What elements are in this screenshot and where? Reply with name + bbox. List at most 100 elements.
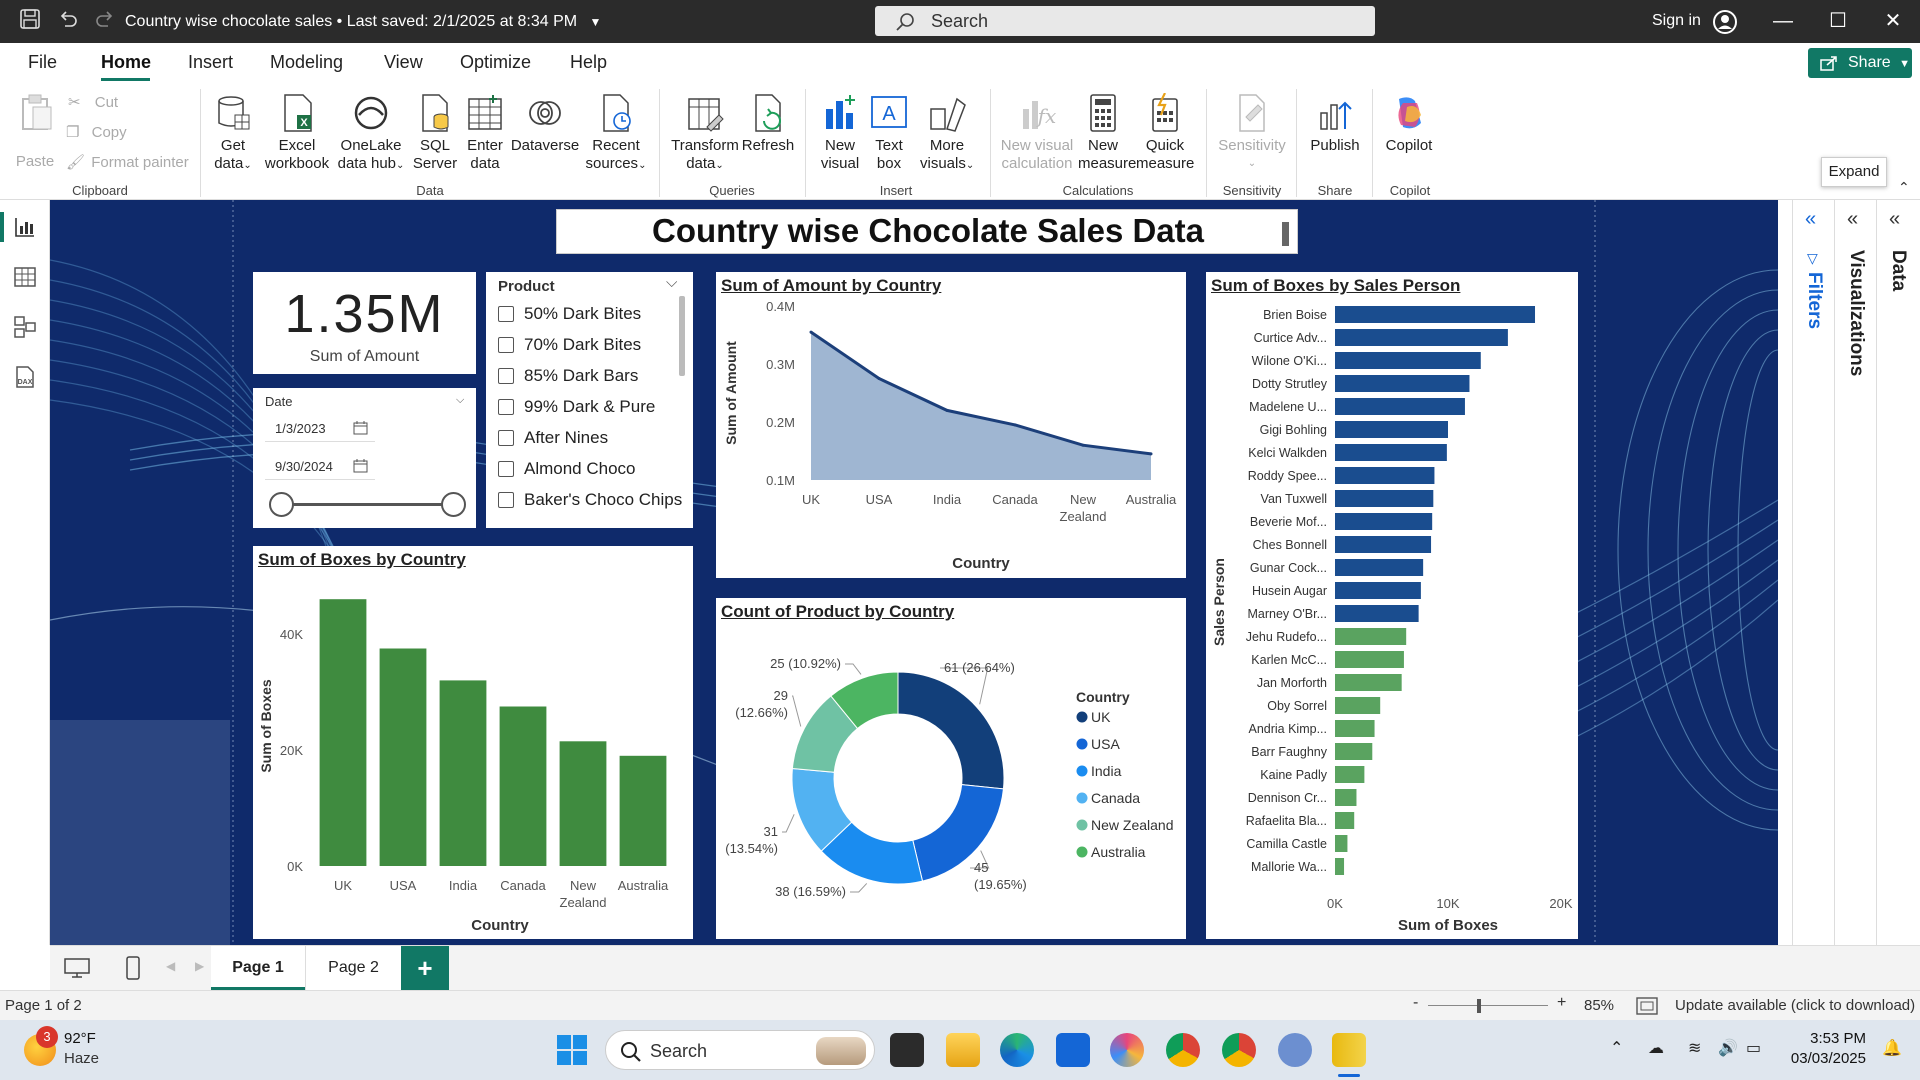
notification-bell-icon[interactable]: 🔔: [1882, 1038, 1902, 1058]
product-option[interactable]: After Nines: [486, 424, 676, 452]
transform-data-button[interactable]: Transform data⌄: [668, 93, 742, 175]
edge-icon[interactable]: [1000, 1033, 1034, 1067]
undo-icon[interactable]: [55, 8, 81, 34]
copy-button[interactable]: ❐ Copy: [66, 123, 127, 141]
document-title[interactable]: Country wise chocolate sales • Last save…: [125, 13, 601, 31]
calendar-icon[interactable]: [353, 421, 368, 435]
product-option[interactable]: Baker's Choco Chips: [486, 486, 682, 514]
product-option[interactable]: 85% Dark Bars: [486, 362, 676, 390]
publish-button[interactable]: Publish: [1304, 93, 1366, 155]
visualizations-pane[interactable]: « Visualizations: [1834, 200, 1876, 945]
area-chart-amount-by-country[interactable]: Sum of Amount by Country 0.1M 0.2M 0.3M 0.4…: [716, 272, 1186, 578]
checkbox[interactable]: [498, 461, 514, 477]
account-icon[interactable]: [1712, 9, 1738, 40]
refresh-button[interactable]: Refresh: [740, 93, 796, 155]
end-date-input[interactable]: 9/30/2024: [265, 452, 375, 480]
checkbox[interactable]: [498, 492, 514, 508]
kpi-card[interactable]: 1.35M Sum of Amount: [253, 272, 476, 374]
product-option[interactable]: 70% Dark Bites: [486, 331, 676, 359]
menu-insert[interactable]: Insert: [188, 52, 233, 73]
zoom-in-button[interactable]: +: [1557, 994, 1566, 1012]
tab-page-2[interactable]: Page 2: [305, 946, 401, 990]
chevron-down-icon[interactable]: ⌵: [666, 274, 677, 291]
start-date-input[interactable]: 1/3/2023: [265, 414, 375, 442]
clock-time[interactable]: 3:53 PM: [1782, 1030, 1866, 1047]
share-button[interactable]: Share ▼: [1808, 48, 1912, 78]
zoom-slider-thumb[interactable]: [1477, 999, 1481, 1013]
enter-data-button[interactable]: Enter data: [462, 93, 508, 173]
date-slicer[interactable]: Date ⌵ 1/3/2023 9/30/2024: [253, 388, 476, 528]
new-visual-calculation-button[interactable]: fx New visual calculation: [995, 93, 1079, 173]
chevron-up-icon[interactable]: ⌃: [1610, 1038, 1623, 1058]
filters-pane[interactable]: « ▽ Filters: [1792, 200, 1834, 945]
onedrive-icon[interactable]: ☁: [1648, 1038, 1664, 1058]
update-notice[interactable]: Update available (click to download): [1675, 997, 1915, 1014]
minimize-button[interactable]: —: [1768, 8, 1798, 34]
mobile-layout-icon[interactable]: [125, 956, 141, 980]
battery-icon[interactable]: ▭: [1746, 1038, 1761, 1058]
model-view-icon[interactable]: [12, 314, 38, 340]
menu-optimize[interactable]: Optimize: [460, 52, 531, 73]
menu-help[interactable]: Help: [570, 52, 607, 73]
report-view-icon[interactable]: [12, 214, 38, 240]
task-view-icon[interactable]: [890, 1033, 924, 1067]
range-end-handle[interactable]: [441, 492, 466, 517]
next-page-icon[interactable]: ▶: [195, 959, 204, 973]
menu-file[interactable]: File: [28, 52, 57, 73]
add-page-button[interactable]: +: [401, 946, 449, 990]
copilot-button[interactable]: Copilot: [1378, 93, 1440, 155]
menu-home[interactable]: Home: [101, 52, 151, 73]
scroll-handle[interactable]: [1282, 222, 1289, 246]
expand-visualizations-icon[interactable]: «: [1847, 208, 1858, 231]
onelake-button[interactable]: OneLake data hub⌄: [333, 93, 409, 175]
taskbar-search[interactable]: Search: [605, 1030, 875, 1070]
chrome-icon[interactable]: [1166, 1033, 1200, 1067]
checkbox[interactable]: [498, 399, 514, 415]
fit-to-page-icon[interactable]: [1636, 997, 1658, 1015]
column-chart-boxes-by-country[interactable]: Sum of Boxes by Country 0K 20K 40K UK USA Ind…: [253, 546, 693, 939]
range-start-handle[interactable]: [269, 492, 294, 517]
dataverse-button[interactable]: Dataverse: [510, 93, 580, 155]
menu-modeling[interactable]: Modeling: [270, 52, 343, 73]
bar-chart-boxes-by-salesperson[interactable]: Sum of Boxes by Sales Person Brien Boise…: [1206, 272, 1578, 939]
format-painter-button[interactable]: 🖌 Format painter: [66, 153, 189, 171]
windows-start-icon[interactable]: [556, 1034, 588, 1066]
search-input[interactable]: Search: [875, 6, 1375, 36]
redo-icon[interactable]: [92, 8, 118, 34]
donut-chart-product-by-country[interactable]: Count of Product by Country 61 (26.64%) 4…: [716, 598, 1186, 939]
product-slicer[interactable]: Product ⌵ 50% Dark Bites 70% Dark Bites 85…: [486, 272, 693, 528]
copilot-taskbar-icon[interactable]: [1110, 1033, 1144, 1067]
chrome-profile-icon[interactable]: [1222, 1033, 1256, 1067]
new-visual-button[interactable]: New visual: [816, 93, 864, 173]
r-app-icon[interactable]: [1278, 1033, 1312, 1067]
get-data-button[interactable]: Get data⌄: [208, 93, 258, 175]
more-visuals-button[interactable]: More visuals⌄: [920, 93, 974, 175]
chevron-down-icon[interactable]: ⌵: [456, 394, 464, 407]
desktop-layout-icon[interactable]: [64, 958, 90, 978]
product-option[interactable]: 50% Dark Bites: [486, 300, 676, 328]
sql-server-button[interactable]: SQL Server: [412, 93, 458, 173]
volume-icon[interactable]: 🔊: [1718, 1038, 1738, 1058]
wifi-icon[interactable]: ≋: [1688, 1038, 1701, 1058]
tab-page-1[interactable]: Page 1: [211, 946, 305, 990]
prev-page-icon[interactable]: ◀: [166, 959, 175, 973]
paste-button[interactable]: Paste: [12, 93, 58, 171]
save-icon[interactable]: [17, 8, 43, 34]
checkbox[interactable]: [498, 368, 514, 384]
quick-measure-button[interactable]: Quick measure: [1136, 92, 1194, 173]
checkbox[interactable]: [498, 306, 514, 322]
text-box-button[interactable]: A Text box: [866, 93, 912, 173]
chevron-down-icon[interactable]: ▼: [590, 15, 602, 29]
store-icon[interactable]: [1056, 1033, 1090, 1067]
calendar-icon[interactable]: [353, 459, 368, 473]
collapse-ribbon-icon[interactable]: ⌃: [1898, 179, 1910, 196]
expand-data-icon[interactable]: «: [1889, 208, 1900, 231]
table-view-icon[interactable]: [12, 264, 38, 290]
checkbox[interactable]: [498, 430, 514, 446]
sign-in-link[interactable]: Sign in: [1652, 12, 1701, 30]
recent-sources-button[interactable]: Recent sources⌄: [584, 93, 648, 175]
product-option[interactable]: Almond Choco: [486, 455, 676, 483]
sensitivity-button[interactable]: Sensitivity ⌄: [1214, 93, 1290, 173]
file-explorer-icon[interactable]: [946, 1033, 980, 1067]
excel-workbook-button[interactable]: X Excel workbook: [262, 93, 332, 173]
